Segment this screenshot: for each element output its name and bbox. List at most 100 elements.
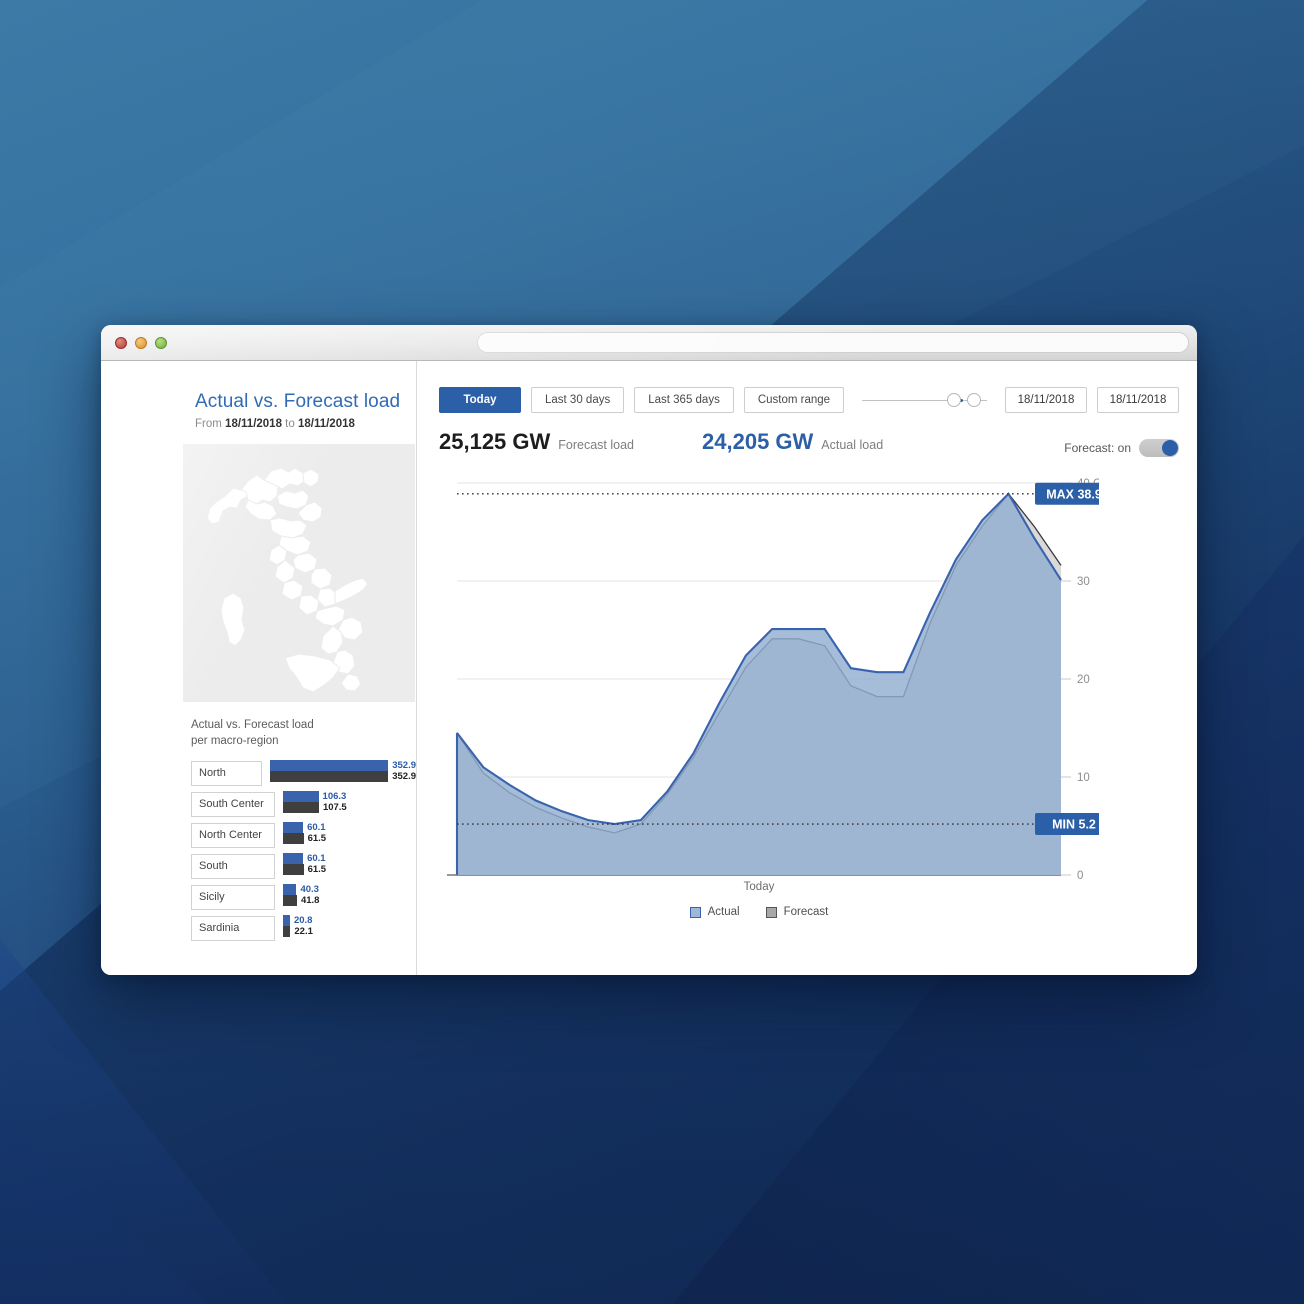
italy-map [206, 467, 369, 693]
forecast-switch[interactable] [1139, 439, 1179, 457]
macro-region-row[interactable]: South Center 106.3 107.5 [191, 789, 416, 819]
macro-region-name: North [191, 760, 263, 786]
forecast-load-label: Forecast load [558, 438, 635, 452]
legend-item-actual[interactable]: Actual [689, 906, 740, 918]
bar-actual [283, 822, 304, 834]
legend-swatch-actual [689, 906, 701, 918]
macro-region-name: Sardinia [191, 915, 275, 941]
maximize-window-button[interactable] [155, 336, 167, 349]
start-date-input[interactable]: 18/11/2018 [1005, 387, 1087, 413]
bar-forecast [283, 802, 319, 814]
macro-region-name: South Center [191, 791, 275, 817]
bar-value-forecast: 61.5 [307, 833, 327, 845]
date-range-to: 18/11/2018 [297, 418, 355, 430]
end-date-input[interactable]: 18/11/2018 [1097, 387, 1179, 413]
bar-actual [283, 884, 297, 896]
y-tick-label: 10 [1077, 772, 1090, 784]
macro-region-name: North Center [191, 822, 275, 848]
macro-region-title-line1: Actual vs. Forecast load [191, 719, 314, 731]
legend-swatch-forecast [765, 906, 777, 918]
main-content: Today Last 30 days Last 365 days Custom … [417, 361, 1197, 975]
bar-value-actual: 60.1 [307, 853, 326, 865]
bar-forecast [283, 864, 304, 876]
bar-forecast [283, 833, 304, 845]
window-titlebar [101, 325, 1197, 361]
macro-region-title-line2: per macro-region [191, 734, 279, 747]
bar-value-forecast: 41.8 [300, 895, 320, 907]
macro-region-row[interactable]: Sicily 40.3 41.8 [191, 882, 416, 912]
bar-forecast [283, 926, 291, 938]
browser-window: Actual vs. Forecast load From 18/11/2018… [101, 325, 1197, 975]
range-toolbar: Today Last 30 days Last 365 days Custom … [439, 387, 1179, 413]
close-window-button[interactable] [115, 336, 127, 349]
date-range-subtitle: From 18/11/2018 to 18/11/2018 [101, 418, 416, 430]
actual-area [457, 493, 1061, 875]
bar-value-actual: 60.1 [307, 822, 326, 834]
legend-label-actual: Actual [707, 906, 740, 918]
macro-region-bars: 40.3 41.8 [283, 884, 319, 910]
date-range-from: 18/11/2018 [225, 418, 282, 430]
bar-value-forecast: 22.1 [294, 926, 313, 938]
macro-region-name: South [191, 853, 275, 879]
slider-handle-end[interactable] [967, 393, 981, 407]
italy-map-container[interactable] [183, 444, 415, 702]
url-input[interactable] [477, 332, 1189, 353]
macro-region-row[interactable]: Sardinia 20.8 22.1 [191, 913, 416, 943]
macro-region-row[interactable]: South 60.1 61.5 [191, 851, 416, 881]
forecast-load-value: 25,125 GW [439, 429, 551, 454]
page-viewport: Actual vs. Forecast load From 18/11/2018… [101, 361, 1197, 975]
bar-value-forecast: 61.5 [307, 864, 327, 876]
bar-forecast [283, 895, 297, 907]
macro-region-name: Sicily [191, 884, 275, 910]
minimize-window-button[interactable] [135, 336, 147, 349]
actual-load-value: 24,205 GW [702, 429, 814, 454]
macro-region-bar-list: North 352.9 352.9 South Center 106.3 107.5 Nor… [191, 758, 416, 943]
bar-actual [283, 915, 290, 927]
page-title: Actual vs. Forecast load [195, 391, 401, 412]
slider-handle-start[interactable] [947, 393, 961, 407]
chart-legend: Actual Forecast [457, 906, 1061, 918]
tab-custom-range[interactable]: Custom range [743, 387, 845, 413]
legend-label-forecast: Forecast [783, 906, 829, 918]
bar-value-actual: 352.9 [392, 760, 416, 772]
tab-last-365-days[interactable]: Last 365 days [634, 387, 734, 413]
macro-region-bars: 106.3 107.5 [283, 791, 347, 817]
macro-region-bars: 20.8 22.1 [283, 915, 313, 941]
forecast-toggle[interactable]: Forecast: on [1064, 439, 1179, 457]
bar-actual [283, 853, 304, 865]
actual-load-label: Actual load [821, 438, 884, 452]
date-range-prefix: From [195, 418, 222, 430]
macro-region-bars: 60.1 61.5 [283, 822, 326, 848]
switch-thumb [1162, 440, 1178, 456]
bar-value-forecast: 107.5 [322, 802, 347, 814]
kpi-row: 25,125 GW Forecast load 24,205 GW Actual… [439, 429, 1179, 457]
macro-region-row[interactable]: North 352.9 352.9 [191, 758, 416, 788]
macro-region-bars: 352.9 352.9 [270, 760, 416, 786]
bar-forecast [270, 771, 389, 783]
bar-actual [283, 791, 319, 803]
forecast-toggle-label: Forecast: on [1064, 441, 1131, 455]
min-badge-label: MIN 5.2 [1052, 818, 1096, 832]
bar-value-forecast: 352.9 [392, 771, 416, 783]
bar-value-actual: 20.8 [293, 915, 313, 927]
macro-region-chart-title: Actual vs. Forecast load per macro-regio… [191, 718, 416, 749]
date-range-slider[interactable] [862, 387, 987, 413]
bar-actual [270, 760, 389, 772]
x-axis-title: Today [743, 881, 775, 893]
bar-value-actual: 40.3 [300, 884, 319, 896]
legend-item-forecast[interactable]: Forecast [765, 906, 829, 918]
date-range-joiner: to [285, 418, 295, 430]
y-tick-label: 0 [1077, 870, 1083, 879]
tab-today[interactable]: Today [439, 387, 521, 413]
bar-value-actual: 106.3 [322, 791, 347, 803]
macro-region-row[interactable]: North Center 60.1 61.5 [191, 820, 416, 850]
chart-canvas: 010203040 GWMAX 38.9MIN 5.20001020304050… [447, 478, 1099, 879]
y-tick-label: 30 [1077, 576, 1090, 588]
y-tick-label: 20 [1077, 674, 1090, 686]
max-badge-label: MAX 38.9 [1046, 487, 1099, 501]
left-sidebar: Actual vs. Forecast load From 18/11/2018… [101, 361, 417, 975]
traffic-light-buttons [115, 336, 167, 349]
macro-region-bars: 60.1 61.5 [283, 853, 326, 879]
tab-last-30-days[interactable]: Last 30 days [531, 387, 625, 413]
load-area-chart[interactable]: 010203040 GWMAX 38.9MIN 5.20001020304050… [439, 469, 1179, 879]
